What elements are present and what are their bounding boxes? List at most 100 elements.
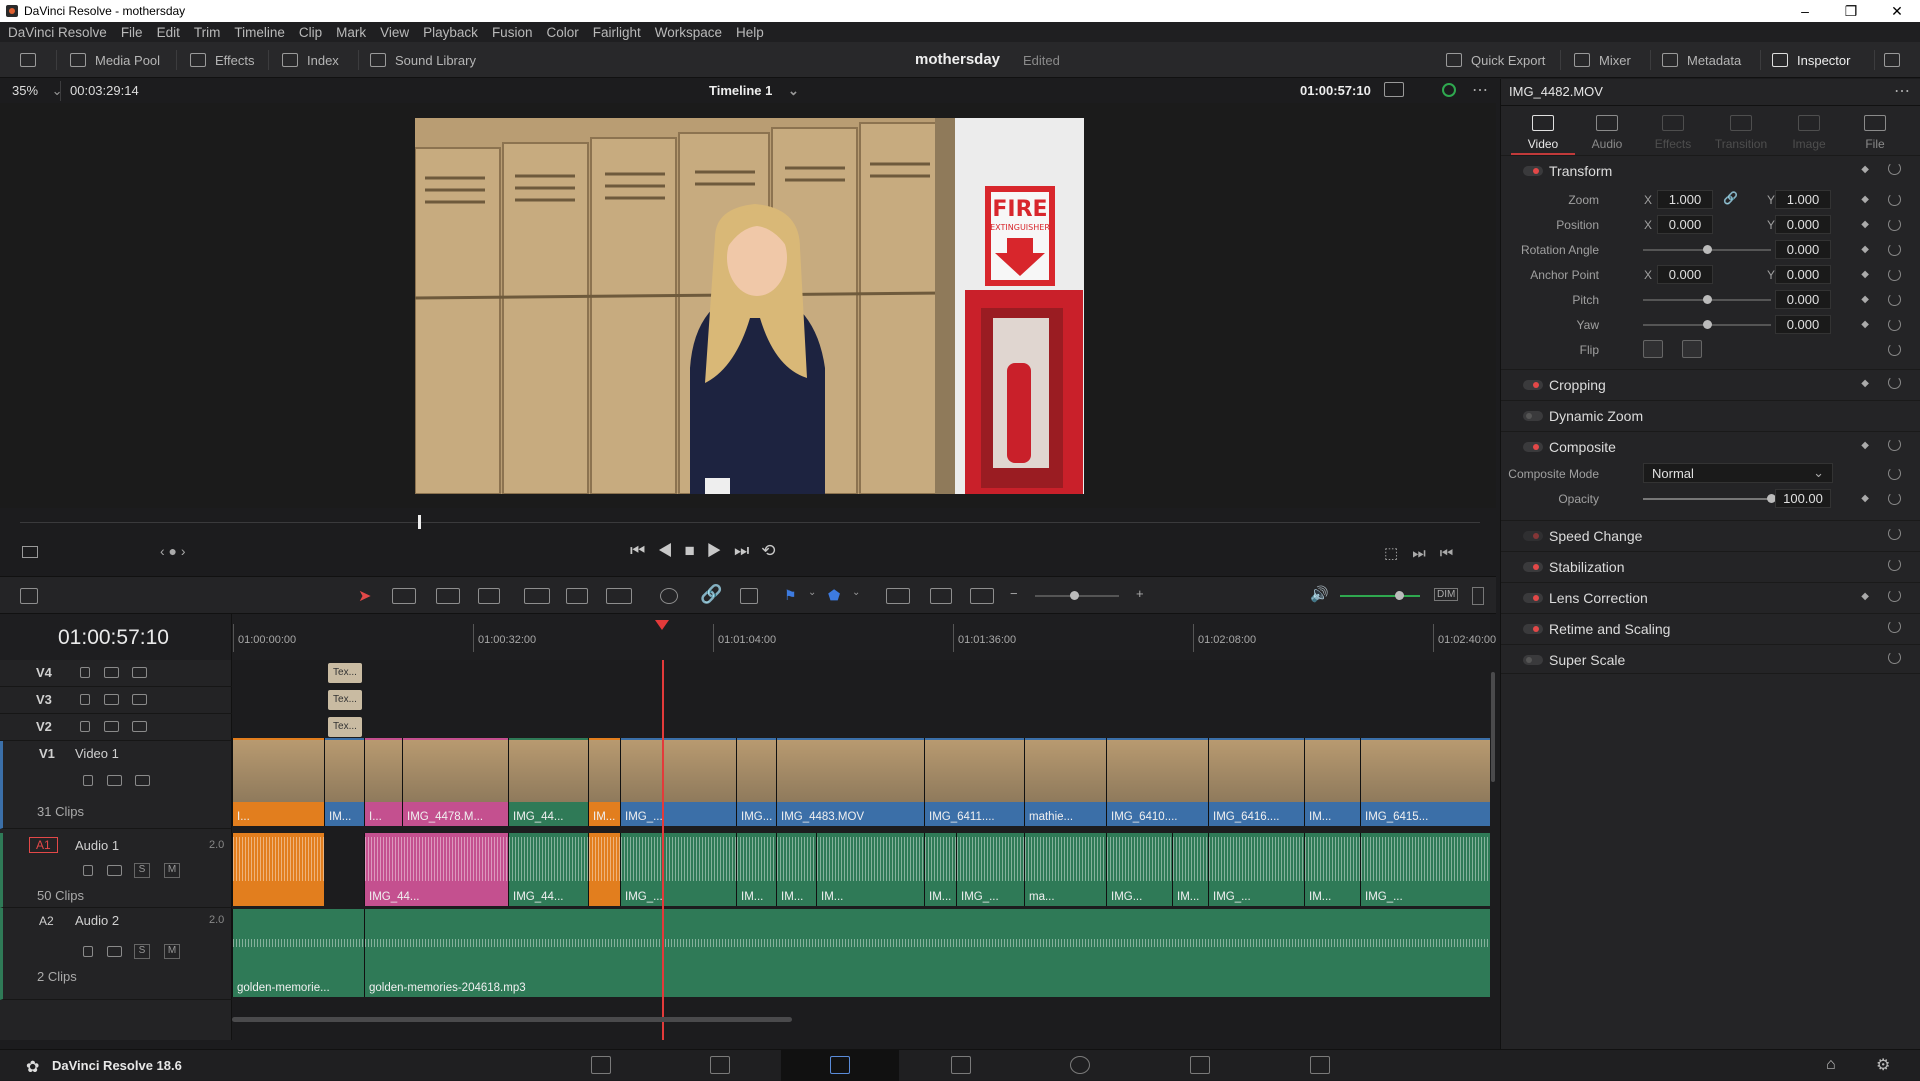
fusion-page-icon[interactable]	[951, 1056, 971, 1074]
anchor-x-field[interactable]: 0.000	[1657, 265, 1713, 284]
audio-clip[interactable]	[588, 833, 620, 906]
timeline-horizontal-scrollbar[interactable]	[232, 1017, 792, 1022]
lock-icon[interactable]	[80, 694, 90, 705]
reset-icon[interactable]	[1888, 589, 1901, 602]
position-y-field[interactable]: 0.000	[1775, 215, 1831, 234]
video-clip[interactable]: IM...	[1304, 738, 1360, 826]
stabilization-enable-toggle[interactable]	[1523, 562, 1543, 572]
position-x-field[interactable]: 0.000	[1657, 215, 1713, 234]
step-back-icon[interactable]: ◀	[657, 541, 684, 560]
viewer[interactable]: FIRE EXTINGUISHER	[0, 103, 1496, 508]
video-clip[interactable]: IMG_4478.M...	[402, 738, 508, 826]
prev-edit-icon[interactable]: ⏮	[1440, 545, 1468, 562]
reset-icon[interactable]	[1888, 243, 1901, 256]
reset-icon[interactable]	[1888, 318, 1901, 331]
tab-video[interactable]: Video	[1511, 109, 1575, 155]
composite-section[interactable]: Composite ◆	[1501, 431, 1920, 461]
reset-icon[interactable]	[1888, 193, 1901, 206]
trim-tool-icon[interactable]	[392, 588, 416, 604]
tab-file[interactable]: File	[1843, 109, 1907, 155]
stabilization-section[interactable]: Stabilization	[1501, 551, 1920, 581]
zoom-x-field[interactable]: 1.000	[1657, 190, 1713, 209]
menu-mark[interactable]: Mark	[336, 25, 366, 40]
lock-icon[interactable]	[83, 946, 93, 957]
minimize-button[interactable]: –	[1782, 0, 1828, 22]
menu-timeline[interactable]: Timeline	[234, 25, 285, 40]
timeline-ruler[interactable]: 01:00:00:00 01:00:32:00 01:01:04:00 01:0…	[232, 614, 1496, 660]
track-a2-header[interactable]: A2 Audio 2 2.0 S M 2 Clips	[0, 908, 232, 1000]
retime-enable-toggle[interactable]	[1523, 624, 1543, 634]
track-enable-icon[interactable]	[135, 775, 150, 786]
selection-tool-icon[interactable]: ➤	[358, 586, 371, 606]
video-clip[interactable]: IMG...	[736, 738, 776, 826]
zoom-detail-icon[interactable]	[930, 588, 952, 604]
zoom-y-field[interactable]: 1.000	[1775, 190, 1831, 209]
timeline-view-options-icon[interactable]	[20, 588, 38, 604]
video-clip[interactable]: IMG_6416....	[1208, 738, 1304, 826]
playhead-marker[interactable]	[655, 620, 669, 630]
fairlight-page-icon[interactable]	[1190, 1056, 1210, 1074]
reset-icon[interactable]	[1888, 376, 1901, 389]
overwrite-clip-icon[interactable]	[566, 588, 588, 604]
scrubber-bar[interactable]	[20, 522, 1480, 523]
mixer-button[interactable]: Mixer	[1574, 42, 1631, 78]
auto-select-icon[interactable]	[107, 865, 122, 876]
yaw-field[interactable]: 0.000	[1775, 315, 1831, 334]
audio-clip[interactable]: IM...	[776, 833, 816, 906]
reset-icon[interactable]	[1888, 620, 1901, 633]
track-v3-header[interactable]: V3	[0, 687, 232, 714]
timeline-vertical-scrollbar[interactable]	[1491, 672, 1495, 782]
metadata-button[interactable]: Metadata	[1662, 42, 1741, 78]
tab-audio[interactable]: Audio	[1575, 109, 1639, 155]
jump-to-end-icon[interactable]: ⏭	[734, 541, 761, 560]
keyframe-icon[interactable]: ◆	[1861, 319, 1869, 330]
audio-clip[interactable]: golden-memories-204618.mp3	[364, 909, 1490, 997]
yaw-slider-knob[interactable]	[1703, 320, 1712, 329]
menu-file[interactable]: File	[121, 25, 143, 40]
cropping-enable-toggle[interactable]	[1523, 380, 1543, 390]
keyframe-icon[interactable]: ◆	[1861, 164, 1869, 175]
audio-clip[interactable]: IM...	[736, 833, 776, 906]
edit-page-icon[interactable]	[830, 1056, 850, 1074]
rotation-slider-knob[interactable]	[1703, 245, 1712, 254]
playhead-line[interactable]	[662, 660, 664, 1040]
cut-page-icon[interactable]	[710, 1056, 730, 1074]
opacity-field[interactable]: 100.00	[1775, 489, 1831, 508]
blade-tool-icon[interactable]	[478, 588, 500, 604]
reset-icon[interactable]	[1888, 162, 1901, 175]
video-clip[interactable]: IM...	[324, 738, 364, 826]
speed-change-section[interactable]: Speed Change	[1501, 520, 1920, 550]
clip-navigation-icon[interactable]: ‹ ● ›	[160, 543, 186, 559]
keyframe-icon[interactable]: ◆	[1861, 294, 1869, 305]
title-clip[interactable]: Tex...	[328, 717, 362, 737]
linked-selection-icon[interactable]: 🔗	[700, 584, 722, 605]
reset-icon[interactable]	[1888, 438, 1901, 451]
index-button[interactable]: Index	[282, 42, 339, 78]
reset-icon[interactable]	[1888, 492, 1901, 505]
inspector-button[interactable]: Inspector	[1772, 42, 1850, 78]
audio-clip[interactable]: IMG...	[1106, 833, 1172, 906]
audio-clip[interactable]	[232, 833, 324, 906]
video-clip[interactable]: IMG_6410....	[1106, 738, 1208, 826]
zoom-full-icon[interactable]	[886, 588, 910, 604]
chevron-down-icon[interactable]: ⌄	[852, 587, 860, 598]
deliver-page-icon[interactable]	[1310, 1056, 1330, 1074]
auto-select-icon[interactable]	[104, 694, 119, 705]
lock-icon[interactable]	[80, 721, 90, 732]
mute-button[interactable]: M	[164, 944, 180, 959]
audio-meter-icon[interactable]	[1472, 587, 1484, 605]
timeline-name-select[interactable]: Timeline 1 ⌄	[709, 83, 799, 99]
audio-clip[interactable]: IMG_...	[1208, 833, 1304, 906]
inspector-options-icon[interactable]: ⋯	[1894, 81, 1910, 101]
lock-icon[interactable]	[80, 667, 90, 678]
full-screen-toggle-button[interactable]	[1884, 42, 1909, 78]
reset-icon[interactable]	[1888, 343, 1901, 356]
keyframe-icon[interactable]: ◆	[1861, 378, 1869, 389]
auto-select-icon[interactable]	[107, 775, 122, 786]
track-a1-label[interactable]: A1	[29, 837, 58, 853]
video-clip[interactable]: I...	[364, 738, 402, 826]
match-frame-icon[interactable]: ⬚	[1384, 545, 1412, 562]
title-clip[interactable]: Tex...	[328, 690, 362, 710]
menu-workspace[interactable]: Workspace	[655, 25, 722, 40]
video-clip[interactable]: I...	[232, 738, 324, 826]
